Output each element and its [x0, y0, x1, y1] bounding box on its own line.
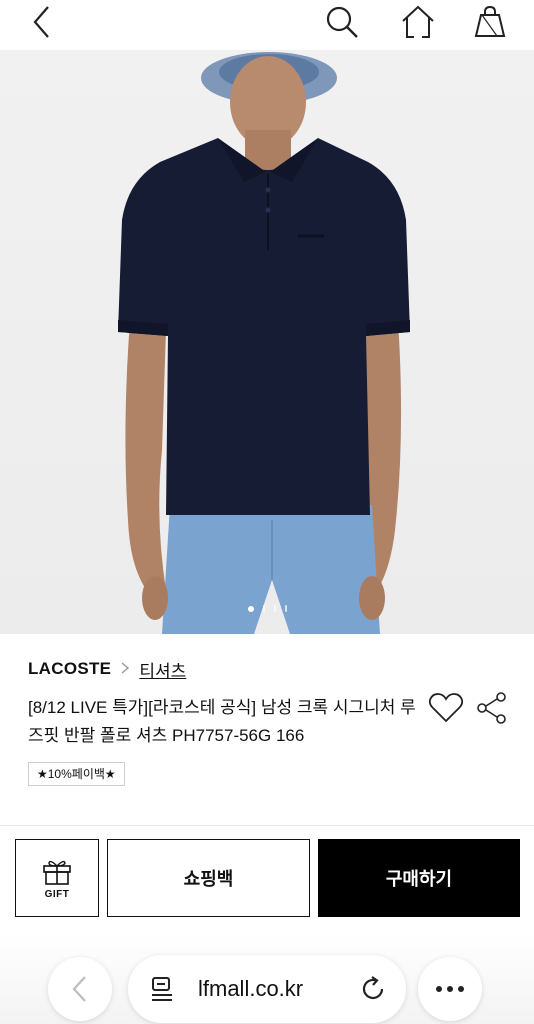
url-text: lfmall.co.kr	[198, 976, 304, 1001]
chevron-right-icon	[121, 661, 130, 677]
add-to-bag-button[interactable]: 쇼핑백	[107, 839, 310, 917]
product-info: LACOSTE 티셔츠 [8/12 LIVE 특가][라코스테 공식] 남성 크…	[28, 656, 506, 786]
chevron-left-icon	[72, 976, 86, 1002]
home-icon[interactable]	[396, 0, 440, 44]
product-photo	[118, 52, 410, 634]
promo-badge: ★10%페이백★	[28, 762, 125, 786]
brand-name[interactable]: LACOSTE	[28, 659, 111, 679]
category-link[interactable]: 티셔츠	[139, 657, 186, 682]
address-bar[interactable]: lfmall.co.kr	[128, 955, 406, 1023]
gift-icon	[43, 860, 71, 885]
share-icon[interactable]	[472, 688, 512, 728]
product-title: [8/12 LIVE 특가][라코스테 공식] 남성 크록 시그니처 루즈핏 반…	[28, 698, 416, 745]
buy-button[interactable]: 구매하기	[318, 839, 520, 917]
shopping-bag-icon[interactable]	[468, 0, 512, 44]
search-icon[interactable]	[320, 0, 364, 44]
browser-back-button[interactable]	[48, 957, 112, 1021]
browser-more-button[interactable]	[418, 957, 482, 1021]
breadcrumb: LACOSTE 티셔츠	[28, 656, 506, 682]
pagination-dot[interactable]	[284, 605, 287, 612]
divider	[0, 825, 534, 826]
pagination-dot[interactable]	[262, 605, 265, 612]
pagination-dot[interactable]	[247, 605, 254, 612]
product-image[interactable]	[0, 50, 534, 634]
browser-toolbar: lfmall.co.kr	[0, 935, 534, 1024]
image-pagination	[0, 605, 534, 612]
reload-icon[interactable]	[358, 974, 388, 1004]
pagination-dot[interactable]	[273, 605, 276, 612]
reader-mode-icon[interactable]	[150, 976, 174, 1002]
back-icon[interactable]	[20, 0, 64, 44]
more-icon	[436, 986, 464, 992]
heart-icon[interactable]	[426, 688, 466, 728]
gift-button[interactable]: GIFT	[15, 839, 99, 917]
top-navigation	[0, 0, 534, 50]
gift-label: GIFT	[44, 888, 70, 900]
